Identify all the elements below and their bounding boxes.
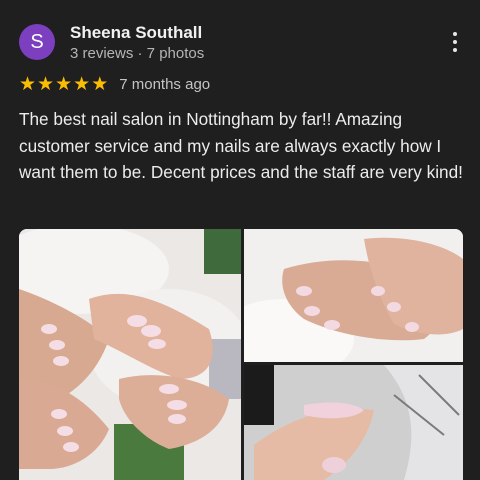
review-photo-3[interactable] — [244, 365, 463, 480]
star-icon: ★ — [55, 72, 73, 95]
review-photo-2[interactable] — [244, 229, 463, 362]
review-date: 7 months ago — [119, 75, 211, 93]
rating-row: ★ ★ ★ ★ ★ 7 months ago — [19, 73, 210, 95]
star-icon: ★ — [19, 72, 37, 95]
review-text: The best nail salon in Nottingham by far… — [19, 109, 463, 182]
review-header: S Sheena Southall 3 reviews · 7 photos — [19, 23, 465, 64]
reviewer-name[interactable]: Sheena Southall — [70, 23, 202, 43]
reviewer-stats: 3 reviews · 7 photos — [70, 45, 205, 62]
review-photos — [19, 229, 463, 480]
more-options-icon[interactable] — [445, 30, 465, 54]
avatar-initial: S — [30, 30, 44, 53]
star-icon: ★ — [73, 72, 91, 95]
star-icon: ★ — [91, 72, 109, 95]
review-photo-1[interactable] — [19, 229, 241, 480]
star-icon: ★ — [37, 72, 55, 95]
avatar[interactable]: S — [19, 24, 55, 60]
star-rating: ★ ★ ★ ★ ★ — [19, 72, 109, 95]
